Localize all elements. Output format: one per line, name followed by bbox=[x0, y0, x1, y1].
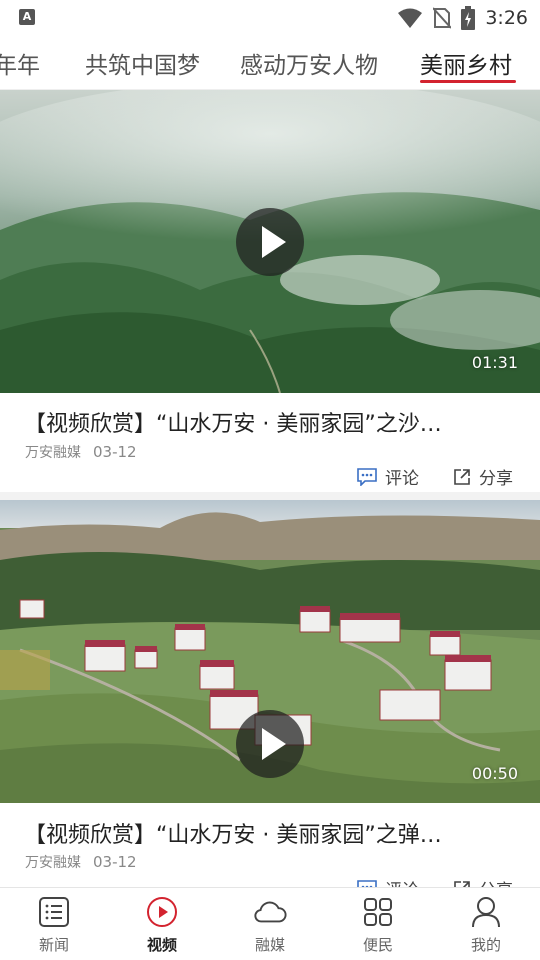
no-sim-icon bbox=[433, 7, 452, 29]
share-label: 分享 bbox=[479, 469, 513, 489]
video-duration: 00:50 bbox=[471, 764, 518, 783]
share-label: 分享 bbox=[479, 876, 513, 887]
nav-services-label: 便民 bbox=[362, 936, 393, 954]
comment-button[interactable]: 评论 bbox=[357, 464, 419, 489]
battery-icon bbox=[461, 6, 476, 30]
status-time: 3:26 bbox=[485, 7, 528, 29]
play-button[interactable] bbox=[236, 208, 304, 276]
status-bar: A 3:26 bbox=[0, 0, 540, 36]
accessibility-notification-icon: A bbox=[19, 9, 35, 25]
video-feed[interactable]: 01:31 【视频欣赏】“山水万安 · 美丽家园”之沙… 万安融媒 03-12 评… bbox=[0, 90, 540, 887]
nav-media[interactable]: 融媒 bbox=[216, 888, 324, 960]
video-meta: 万安融媒 03-12 bbox=[25, 852, 137, 872]
status-icons: 3:26 bbox=[397, 5, 528, 31]
share-icon bbox=[454, 468, 470, 485]
nav-mine[interactable]: 我的 bbox=[432, 888, 540, 960]
share-icon bbox=[454, 880, 470, 887]
nav-media-label: 融媒 bbox=[254, 936, 285, 954]
nav-news-label: 新闻 bbox=[38, 936, 69, 954]
share-button[interactable]: 分享 bbox=[453, 876, 513, 887]
share-button[interactable]: 分享 bbox=[453, 464, 513, 489]
play-button[interactable] bbox=[236, 710, 304, 778]
video-source: 万安融媒 bbox=[25, 855, 81, 871]
video-play-icon bbox=[145, 895, 179, 929]
tab-beautiful-village[interactable]: 美丽乡村 bbox=[420, 46, 512, 80]
video-meta: 万安融媒 03-12 bbox=[25, 442, 137, 462]
nav-services[interactable]: 便民 bbox=[324, 888, 432, 960]
wifi-icon bbox=[398, 8, 423, 28]
user-icon bbox=[469, 895, 503, 929]
news-list-icon bbox=[37, 895, 71, 929]
tab-partial[interactable]: 年年 bbox=[0, 46, 40, 80]
comment-label: 评论 bbox=[385, 469, 419, 489]
video-card[interactable]: 01:31 【视频欣赏】“山水万安 · 美丽家园”之沙… 万安融媒 03-12 评… bbox=[0, 90, 540, 492]
bottom-nav: 新闻 视频 融媒 便民 我的 bbox=[0, 887, 540, 960]
video-card[interactable]: 00:50 【视频欣赏】“山水万安 · 美丽家园”之弹… 万安融媒 03-12 评… bbox=[0, 500, 540, 887]
cloud-icon bbox=[253, 895, 287, 929]
nav-news[interactable]: 新闻 bbox=[0, 888, 108, 960]
grid-apps-icon bbox=[361, 895, 395, 929]
video-date: 03-12 bbox=[93, 853, 137, 871]
nav-mine-label: 我的 bbox=[470, 936, 501, 954]
tab-moving-people[interactable]: 感动万安人物 bbox=[240, 46, 378, 80]
comment-button[interactable]: 评论 bbox=[357, 876, 419, 887]
video-title[interactable]: 【视频欣赏】“山水万安 · 美丽家园”之弹… bbox=[24, 817, 504, 849]
card-divider bbox=[0, 492, 540, 500]
video-duration: 01:31 bbox=[471, 353, 518, 372]
comment-icon bbox=[357, 879, 377, 887]
video-source: 万安融媒 bbox=[25, 445, 81, 461]
video-thumbnail[interactable]: 00:50 bbox=[0, 500, 540, 803]
video-title[interactable]: 【视频欣赏】“山水万安 · 美丽家园”之沙… bbox=[24, 406, 504, 438]
tab-chinese-dream[interactable]: 共筑中国梦 bbox=[85, 46, 200, 80]
video-thumbnail[interactable]: 01:31 bbox=[0, 90, 540, 393]
comment-icon bbox=[357, 467, 377, 486]
active-tab-indicator bbox=[420, 80, 516, 83]
video-date: 03-12 bbox=[93, 443, 137, 461]
nav-video[interactable]: 视频 bbox=[108, 888, 216, 960]
nav-video-label: 视频 bbox=[146, 936, 177, 954]
comment-label: 评论 bbox=[385, 876, 419, 887]
